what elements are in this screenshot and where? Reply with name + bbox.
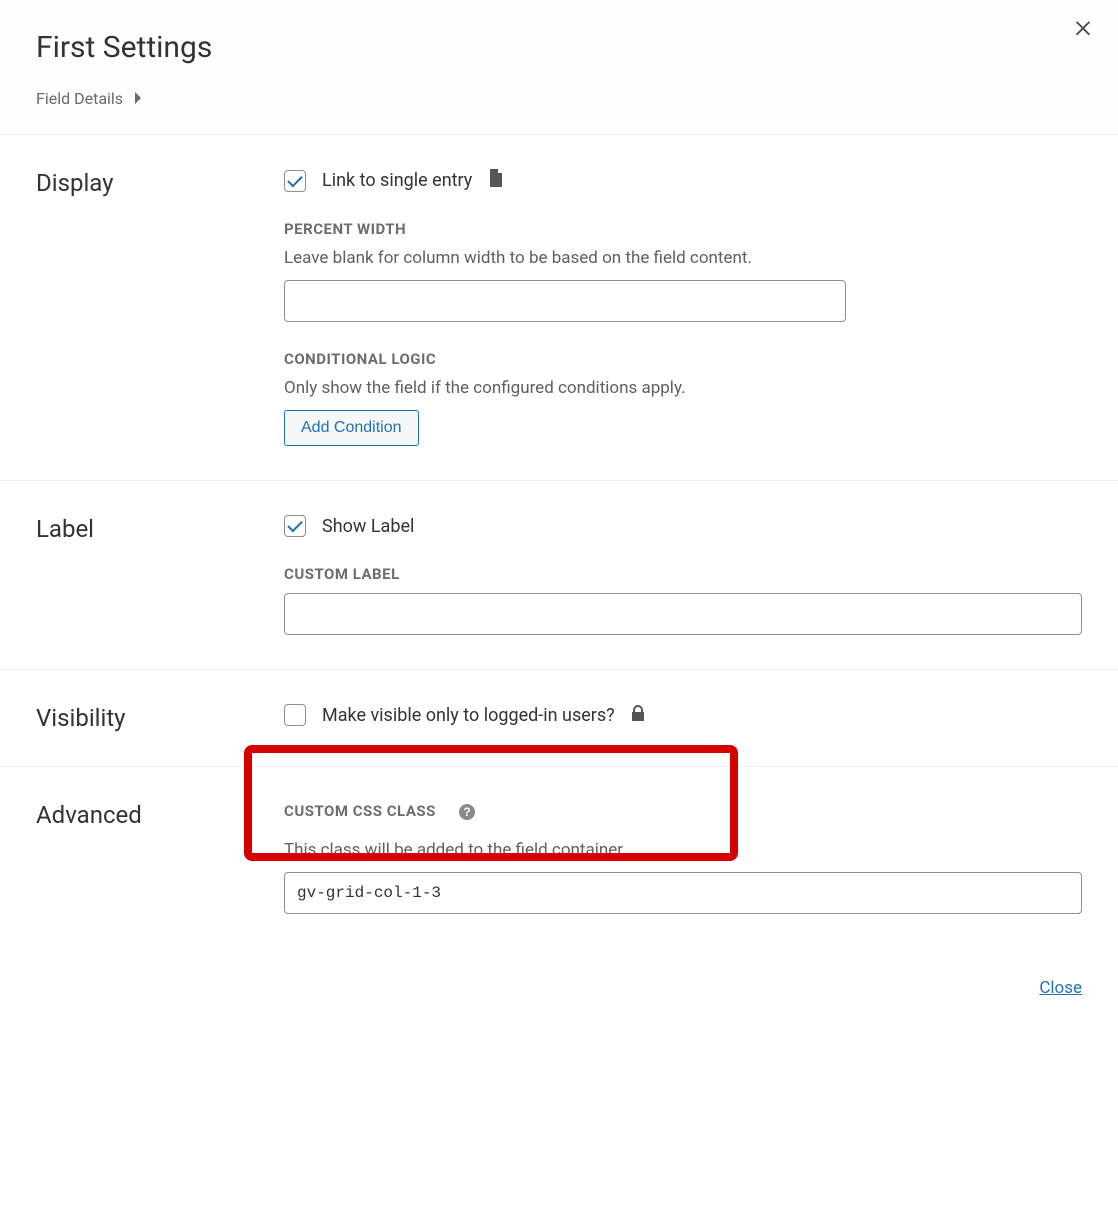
label-heading: Label xyxy=(36,515,284,543)
custom-label-heading: CUSTOM LABEL xyxy=(284,565,1082,583)
svg-text:?: ? xyxy=(463,805,470,819)
link-single-entry-label: Link to single entry xyxy=(322,170,472,191)
modal-footer: Close xyxy=(0,948,1118,1038)
page-title: First Settings xyxy=(36,30,1082,65)
help-icon[interactable]: ? xyxy=(458,803,476,821)
show-label-checkbox[interactable] xyxy=(284,515,306,537)
percent-width-input[interactable] xyxy=(284,280,846,322)
breadcrumb[interactable]: Field Details xyxy=(36,89,1082,108)
add-condition-button[interactable]: Add Condition xyxy=(284,410,419,446)
display-heading: Display xyxy=(36,169,284,197)
conditional-logic-help: Only show the field if the configured co… xyxy=(284,378,1082,398)
advanced-section: Advanced CUSTOM CSS CLASS ? This class w… xyxy=(0,767,1118,948)
percent-width-heading: PERCENT WIDTH xyxy=(284,220,1082,238)
file-icon xyxy=(488,169,504,192)
logged-in-label: Make visible only to logged-in users? xyxy=(322,705,615,726)
modal-header: First Settings Field Details xyxy=(0,0,1118,135)
visibility-heading: Visibility xyxy=(36,704,284,732)
conditional-logic-heading: CONDITIONAL LOGIC xyxy=(284,350,1082,368)
breadcrumb-label: Field Details xyxy=(36,89,123,108)
link-single-entry-checkbox[interactable] xyxy=(284,170,306,192)
close-icon[interactable] xyxy=(1072,16,1094,42)
custom-label-input[interactable] xyxy=(284,593,1082,635)
lock-icon xyxy=(631,705,645,726)
display-section: Display Link to single entry PERCENT WID… xyxy=(0,135,1118,481)
advanced-heading: Advanced xyxy=(36,801,284,829)
show-label-text: Show Label xyxy=(322,516,414,537)
label-section: Label Show Label CUSTOM LABEL xyxy=(0,481,1118,670)
custom-css-input[interactable] xyxy=(284,872,1082,914)
close-link[interactable]: Close xyxy=(1039,978,1082,998)
custom-css-help: This class will be added to the field co… xyxy=(284,840,1082,860)
logged-in-checkbox[interactable] xyxy=(284,704,306,726)
chevron-right-icon xyxy=(133,89,143,108)
percent-width-help: Leave blank for column width to be based… xyxy=(284,248,1082,268)
visibility-section: Visibility Make visible only to logged-i… xyxy=(0,670,1118,767)
custom-css-heading: CUSTOM CSS CLASS xyxy=(284,802,436,820)
settings-modal: First Settings Field Details Display Lin… xyxy=(0,0,1118,1038)
